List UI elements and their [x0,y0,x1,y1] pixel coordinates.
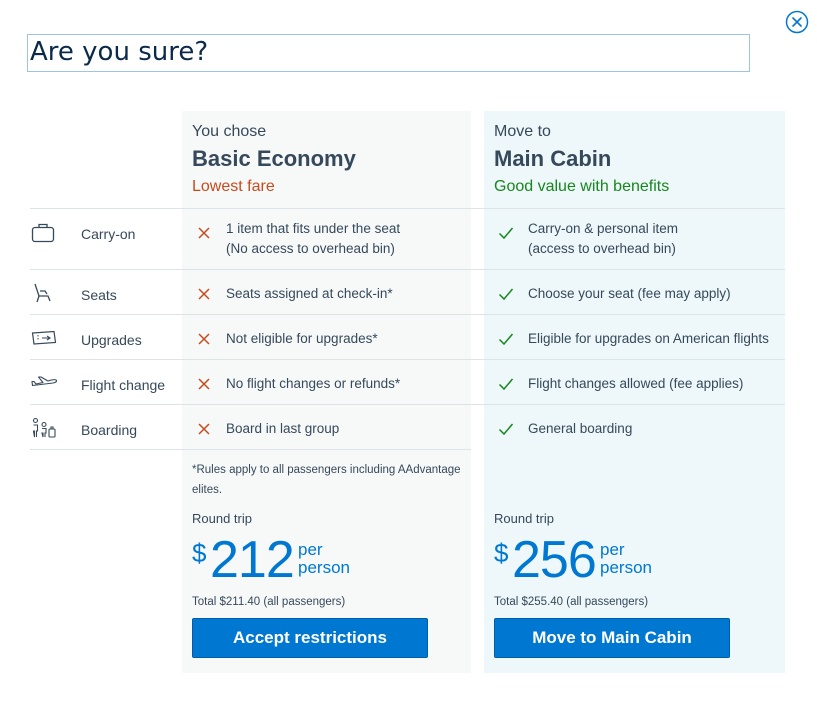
check-mark-icon [498,422,514,441]
main-round-trip-label: Round trip [494,511,554,526]
row-label-carry-on: Carry-on [81,226,136,242]
basic-carry-on-line2: (No access to overhead bin) [226,241,395,256]
row-label-upgrades: Upgrades [81,332,142,348]
main-cabin-pre: Move to [494,123,551,140]
main-carry-on-line1: Carry-on & personal item [528,221,679,236]
main-cabin-header: Move to Main Cabin Good value with benef… [494,122,669,199]
bag-icon [31,222,55,249]
basic-price-per-line2: person [298,558,350,577]
main-boarding-text: General boarding [528,421,633,436]
basic-price-per-line1: per [298,540,323,559]
row-divider [30,208,785,209]
x-mark-icon [197,226,211,245]
basic-carry-on-line1: 1 item that fits under the seat [226,221,401,236]
check-mark-icon [498,287,514,306]
rules-footnote: *Rules apply to all passengers including… [192,464,461,496]
basic-round-trip-label: Round trip [192,511,252,526]
x-mark-icon [197,422,211,441]
check-mark-icon [498,226,514,245]
row-divider [30,404,785,405]
move-to-main-cabin-button[interactable]: Move to Main Cabin [494,618,730,658]
basic-boarding-text: Board in last group [226,421,340,436]
basic-economy-tagline: Lowest fare [192,178,275,195]
main-carry-on-line2: (access to overhead bin) [528,241,676,256]
x-mark-icon [197,332,211,351]
row-divider [30,269,785,270]
x-mark-icon [197,287,211,306]
main-price-amount: 256 [512,531,597,589]
row-label-boarding: Boarding [81,422,138,438]
basic-economy-pre: You chose [192,123,267,140]
main-cabin-name: Main Cabin [494,146,612,171]
main-price-per-line2: person [600,558,652,577]
main-cabin-tagline: Good value with benefits [494,178,670,195]
main-price-per: per person [600,541,652,577]
plane-icon [31,375,59,396]
basic-total: Total $211.40 (all passengers) [192,596,346,608]
basic-economy-name: Basic Economy [192,146,356,171]
basic-seats-text: Seats assigned at check-in* [226,286,393,301]
main-price: $ 256 per person [494,531,674,589]
check-mark-icon [498,377,514,396]
main-upgrades-text: Eligible for upgrades on American flight… [528,331,769,346]
main-flight-change-text: Flight changes allowed (fee applies) [528,376,744,391]
ticket-icon [31,330,57,351]
close-button[interactable] [785,10,809,34]
main-carry-on-text: Carry-on & personal item (access to over… [528,219,678,259]
dialog-title: Are you sure? [27,34,750,72]
main-seats-text: Choose your seat (fee may apply) [528,286,731,301]
close-icon [785,10,809,34]
check-mark-icon [498,332,514,351]
accept-restrictions-button[interactable]: Accept restrictions [192,618,428,658]
basic-price-amount: 212 [210,531,295,589]
x-mark-icon [197,377,211,396]
boarding-icon [31,417,57,444]
basic-flight-change-text: No flight changes or refunds* [226,376,401,391]
basic-price-currency: $ [192,538,207,568]
main-price-per-line1: per [600,540,625,559]
row-divider [30,449,471,450]
basic-price-per: per person [298,541,350,577]
row-divider [30,314,785,315]
basic-price: $ 212 per person [192,531,372,589]
seat-icon [31,282,55,309]
row-label-flight-change: Flight change [81,377,166,393]
basic-carry-on-text: 1 item that fits under the seat (No acce… [226,219,400,259]
row-label-seats: Seats [81,287,117,303]
row-divider [30,359,785,360]
main-price-currency: $ [494,538,509,568]
dialog-title-text: Are you sure? [30,37,209,67]
basic-economy-header: You chose Basic Economy Lowest fare [192,122,356,199]
main-total: Total $255.40 (all passengers) [494,596,649,608]
basic-upgrades-text: Not eligible for upgrades* [226,331,378,346]
